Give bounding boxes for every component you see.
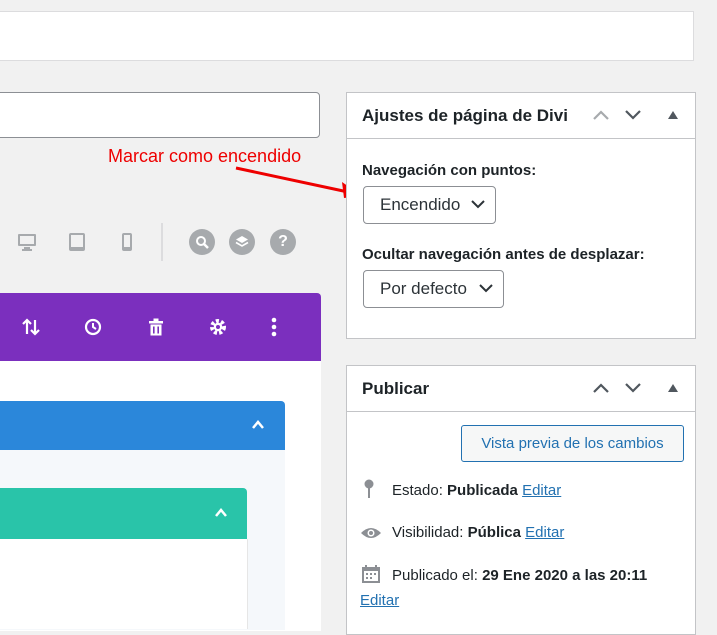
zoom-icon[interactable]	[189, 229, 215, 255]
section-header-bar[interactable]	[0, 401, 285, 450]
collapse-toggle-icon[interactable]	[663, 107, 683, 123]
preview-changes-button[interactable]: Vista previa de los cambios	[461, 425, 684, 462]
publish-box-title: Publicar	[362, 379, 430, 398]
hide-navigation-select[interactable]: Por defecto	[363, 270, 504, 308]
visibility-row: Visibilidad: Pública Editar	[392, 524, 564, 541]
row-header-bar[interactable]	[0, 488, 247, 539]
divi-page-settings-box: Ajustes de página de Divi Navegación con…	[346, 92, 696, 339]
status-value: Publicada	[447, 482, 518, 499]
publish-box: Publicar Vista previa de los cambios Est…	[346, 365, 696, 635]
pin-icon	[363, 479, 375, 504]
hide-navigation-value: Por defecto	[380, 279, 467, 298]
more-options-icon[interactable]	[263, 316, 285, 338]
visibility-value: Pública	[467, 524, 521, 541]
published-label: Publicado el:	[392, 567, 478, 584]
eye-icon	[360, 526, 382, 545]
divi-box-title: Ajustes de página de Divi	[362, 106, 568, 125]
publish-box-header: Publicar	[347, 366, 695, 412]
trash-icon[interactable]	[145, 316, 167, 338]
dot-navigation-select[interactable]: Encendido	[363, 186, 496, 224]
visibility-label: Visibilidad:	[392, 524, 464, 541]
published-value: 29 Ene 2020 a las 20:11	[482, 567, 648, 584]
help-icon[interactable]: ?	[270, 229, 296, 255]
chevron-down-icon	[479, 284, 493, 293]
move-down-icon[interactable]	[623, 107, 643, 123]
visibility-edit-link[interactable]: Editar	[525, 524, 564, 541]
dot-navigation-value: Encendido	[380, 195, 461, 214]
sort-arrows-icon[interactable]	[20, 316, 42, 338]
move-up-icon[interactable]	[591, 380, 611, 396]
status-edit-link[interactable]: Editar	[522, 482, 561, 499]
row-collapse-icon[interactable]	[214, 506, 228, 520]
status-row: Estado: Publicada Editar	[392, 482, 561, 499]
hide-navigation-label: Ocultar navegación antes de desplazar:	[362, 246, 645, 263]
collapse-toggle-icon[interactable]	[663, 380, 683, 396]
row-body	[0, 539, 248, 629]
phone-view-icon[interactable]	[116, 231, 138, 253]
tablet-view-icon[interactable]	[66, 231, 88, 253]
status-label: Estado:	[392, 482, 443, 499]
move-down-icon[interactable]	[623, 380, 643, 396]
chevron-down-icon	[471, 200, 485, 209]
title-input[interactable]	[0, 92, 320, 138]
move-up-icon[interactable]	[591, 107, 611, 123]
calendar-icon	[361, 564, 381, 589]
top-bar	[0, 11, 694, 61]
published-edit-link[interactable]: Editar	[360, 592, 399, 609]
layers-icon[interactable]	[229, 229, 255, 255]
toolbar-divider	[161, 223, 163, 261]
section-collapse-icon[interactable]	[251, 418, 265, 432]
divi-box-header: Ajustes de página de Divi	[347, 93, 695, 139]
published-date-row: Publicado el: 29 Ene 2020 a las 20:11	[392, 567, 647, 584]
dot-navigation-label: Navegación con puntos:	[362, 162, 537, 179]
desktop-view-icon[interactable]	[16, 231, 38, 253]
gear-icon[interactable]	[207, 316, 229, 338]
history-icon[interactable]	[82, 316, 104, 338]
